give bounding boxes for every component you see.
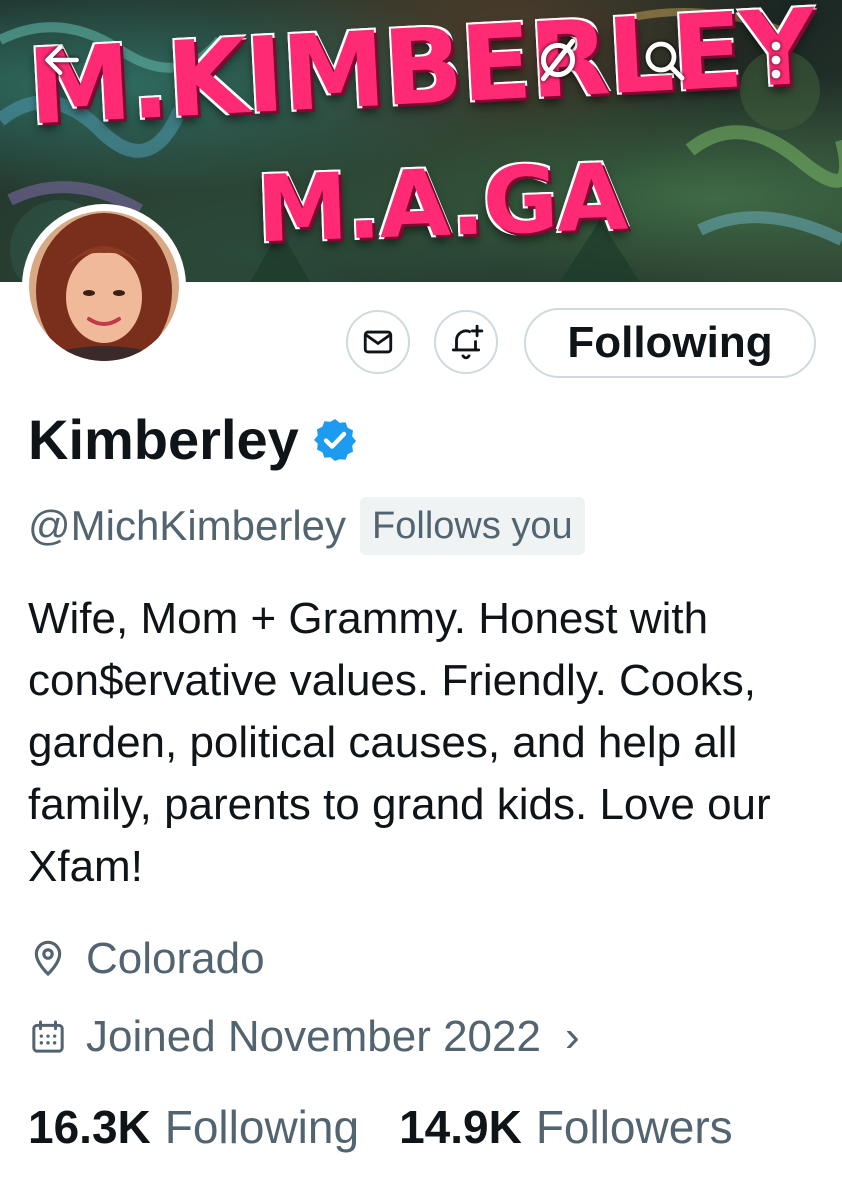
avatar-photo bbox=[29, 211, 179, 361]
following-button[interactable]: Following bbox=[524, 308, 816, 378]
grok-button[interactable] bbox=[530, 32, 586, 88]
envelope-icon bbox=[363, 330, 393, 354]
following-label: Following bbox=[164, 1101, 360, 1153]
message-button[interactable] bbox=[346, 310, 410, 374]
avatar[interactable] bbox=[22, 204, 186, 368]
verified-badge-icon[interactable] bbox=[311, 416, 359, 464]
followers-count: 14.9K bbox=[399, 1101, 522, 1153]
search-icon bbox=[645, 41, 685, 81]
back-button[interactable] bbox=[34, 32, 90, 88]
bell-plus-icon bbox=[451, 324, 484, 360]
handle-row: @MichKimberley Follows you bbox=[28, 496, 585, 556]
grok-icon bbox=[540, 38, 576, 82]
location-row: Colorado bbox=[28, 934, 265, 984]
chevron-right-icon: › bbox=[564, 1012, 580, 1061]
more-options-button[interactable] bbox=[748, 32, 804, 88]
search-button[interactable] bbox=[636, 32, 692, 88]
notifications-button[interactable] bbox=[434, 310, 498, 374]
user-handle: @MichKimberley bbox=[28, 502, 347, 549]
follow-stats: 16.3K Following 14.9K Followers bbox=[28, 1100, 733, 1154]
display-name: Kimberley bbox=[28, 408, 299, 471]
joined-row[interactable]: Joined November 2022 › bbox=[28, 1012, 580, 1062]
name-row: Kimberley bbox=[28, 404, 359, 476]
more-vertical-icon bbox=[771, 41, 781, 79]
joined-text: Joined November 2022 bbox=[86, 1012, 541, 1061]
follows-you-badge: Follows you bbox=[360, 497, 585, 555]
location-text: Colorado bbox=[86, 934, 265, 983]
followers-label: Followers bbox=[535, 1101, 733, 1153]
location-pin-icon bbox=[34, 940, 62, 977]
following-count: 16.3K bbox=[28, 1101, 151, 1153]
following-stat-link[interactable]: 16.3K Following bbox=[28, 1100, 359, 1154]
followers-stat-link[interactable]: 14.9K Followers bbox=[399, 1100, 733, 1154]
calendar-icon bbox=[32, 1020, 64, 1053]
profile-bio: Wife, Mom + Grammy. Honest with con$erva… bbox=[28, 594, 771, 891]
arrow-left-icon bbox=[45, 44, 79, 76]
